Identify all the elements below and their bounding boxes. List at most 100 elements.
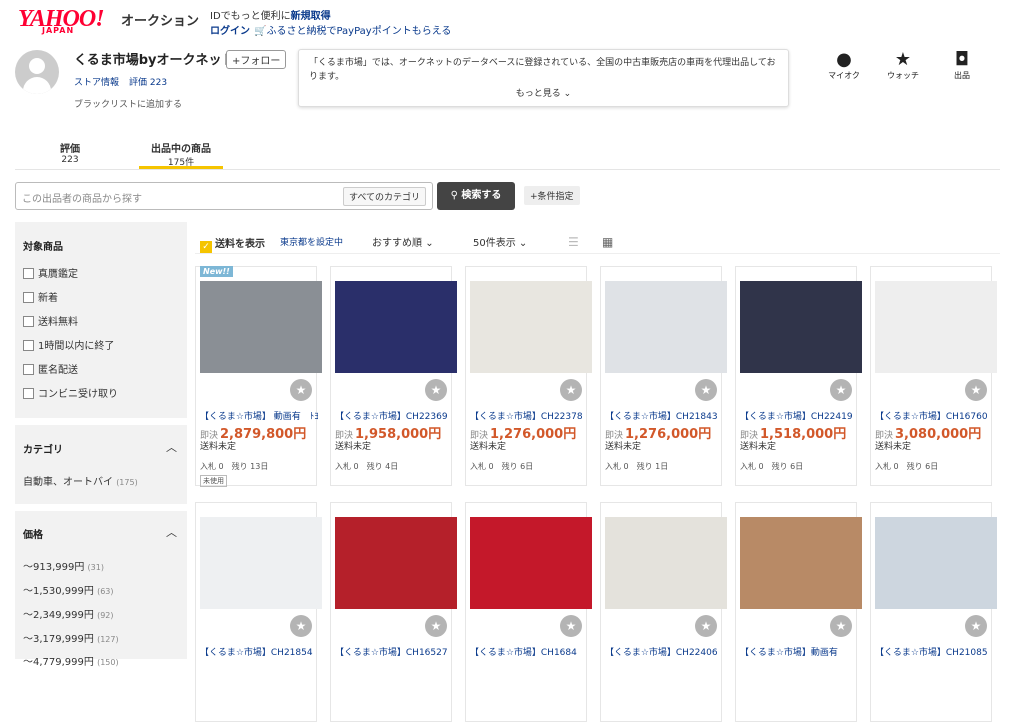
filter-anonymous[interactable]: 匿名配送 bbox=[23, 364, 78, 378]
item-photo[interactable] bbox=[335, 517, 457, 609]
item-title[interactable]: 【くるま☆市場】CH16760 bbox=[875, 409, 993, 422]
watch-star-icon[interactable]: ★ bbox=[425, 379, 447, 401]
category-select[interactable]: すべてのカテゴリ bbox=[342, 187, 426, 206]
sell-button[interactable]: ◘ 出品 bbox=[942, 50, 982, 81]
watch-star-icon[interactable]: ★ bbox=[830, 379, 852, 401]
watch-star-icon[interactable]: ★ bbox=[695, 379, 717, 401]
item-card[interactable]: ★ 【くるま☆市場】CH16527 bbox=[330, 502, 457, 722]
item-card[interactable]: ★ 【くるま☆市場】CH21854 bbox=[195, 502, 322, 722]
item-photo[interactable] bbox=[740, 517, 862, 609]
item-card[interactable]: ★ 【くるま☆市場】CH22406 bbox=[600, 502, 727, 722]
watch-star-icon[interactable]: ★ bbox=[965, 615, 987, 637]
watch-star-icon[interactable]: ★ bbox=[695, 615, 717, 637]
item-title[interactable]: 【くるま☆市場】CH22406 bbox=[605, 645, 723, 658]
item-photo[interactable] bbox=[470, 517, 592, 609]
filter-free-ship[interactable]: 送料無料 bbox=[23, 316, 78, 330]
item-photo[interactable] bbox=[875, 517, 997, 609]
furusato-link[interactable]: 🛒ふるさと納税でPayPayポイントもらえる bbox=[254, 26, 451, 37]
item-card[interactable]: ★ 【くるま☆市場】CH22419 即決 1,518,000円 送料未定 入札 0 残り 6… bbox=[735, 266, 862, 486]
item-card[interactable]: ★ 【くるま☆市場】CH16760 即決 3,080,000円 送料未定 入札 0 残り 6… bbox=[870, 266, 997, 486]
item-photo[interactable] bbox=[605, 281, 727, 373]
blacklist-link[interactable]: ブラックリストに追加する bbox=[74, 97, 182, 110]
item-title[interactable]: 【くるま☆市場】CH21854 bbox=[200, 645, 318, 658]
item-card[interactable]: ★ 【くるま☆市場】CH21843 即決 1,276,000円 送料未定 入札 0 残り 1… bbox=[600, 266, 727, 486]
price-option[interactable]: ～4,779,999円 (150) bbox=[23, 653, 119, 668]
time-left: 残り 4日 bbox=[366, 462, 399, 471]
my-auction-button[interactable]: ● マイオク bbox=[824, 50, 864, 81]
item-photo[interactable] bbox=[605, 517, 727, 609]
time-left: 残り 13日 bbox=[231, 462, 269, 471]
item-title[interactable]: 【くるま☆市場】CH22419 bbox=[740, 409, 858, 422]
watch-star-icon[interactable]: ★ bbox=[290, 615, 312, 637]
rating-link[interactable]: 評価 223 bbox=[129, 78, 167, 88]
category-title[interactable]: カテゴリ bbox=[23, 441, 63, 456]
item-photo[interactable] bbox=[470, 281, 592, 373]
shipping-status: 送料未定 bbox=[605, 442, 642, 452]
item-meta: 入札 0 残り 13日 bbox=[200, 461, 268, 472]
conditions-button[interactable]: +条件指定 bbox=[524, 186, 580, 205]
login-row: ログイン 🛒ふるさと納税でPayPayポイントもらえる bbox=[210, 22, 451, 37]
store-info-link[interactable]: ストア情報 bbox=[74, 78, 119, 88]
service-name[interactable]: オークション bbox=[121, 10, 199, 29]
item-title[interactable]: 【くるま☆市場】動画有 bbox=[740, 645, 858, 658]
item-meta: 入札 0 残り 6日 bbox=[875, 461, 938, 472]
login-link[interactable]: ログイン bbox=[210, 26, 250, 37]
item-card[interactable]: New!! ★ 【くるま☆市場】 動画有 ﾄﾖﾀ 即決 2,879,800円 送料未定 入札… bbox=[195, 266, 322, 487]
item-title[interactable]: 【くるま☆市場】CH16527 bbox=[335, 645, 453, 658]
item-photo[interactable] bbox=[335, 281, 457, 373]
list-view-icon[interactable]: ☰ bbox=[568, 235, 579, 249]
price-option[interactable]: ～913,999円 (31) bbox=[23, 558, 104, 573]
price-option[interactable]: ～3,179,999円 (127) bbox=[23, 630, 119, 645]
tab-rating[interactable]: 評価 223 bbox=[60, 140, 80, 165]
cart-icon: 🛒 bbox=[254, 26, 267, 37]
shipping-status: 送料未定 bbox=[200, 442, 237, 452]
watch-star-icon[interactable]: ★ bbox=[965, 379, 987, 401]
item-title[interactable]: 【くるま☆市場】 動画有 ﾄﾖﾀ bbox=[200, 409, 318, 422]
item-photo[interactable] bbox=[740, 281, 862, 373]
item-photo[interactable] bbox=[200, 281, 322, 373]
filter-ending[interactable]: 1時間以内に終了 bbox=[23, 340, 114, 354]
filter-conveni[interactable]: コンビニ受け取り bbox=[23, 388, 118, 402]
price-option[interactable]: ～1,530,999円 (63) bbox=[23, 582, 114, 597]
item-title[interactable]: 【くるま☆市場】CH1684 bbox=[470, 645, 588, 658]
watch-star-icon[interactable]: ★ bbox=[560, 615, 582, 637]
watch-button[interactable]: ★ ウォッチ bbox=[883, 50, 923, 81]
item-title[interactable]: 【くるま☆市場】CH22369 bbox=[335, 409, 453, 422]
watch-star-icon[interactable]: ★ bbox=[560, 379, 582, 401]
price-option[interactable]: ～2,349,999円 (92) bbox=[23, 606, 114, 621]
bid-count: 入札 0 bbox=[200, 462, 224, 471]
shipping-toggle[interactable]: ✓ 送料を表示 bbox=[200, 235, 265, 253]
search-button[interactable]: ⚲ 検索する bbox=[437, 182, 515, 210]
watch-star-icon[interactable]: ★ bbox=[290, 379, 312, 401]
item-title[interactable]: 【くるま☆市場】CH21843 bbox=[605, 409, 723, 422]
search-input[interactable]: この出品者の商品から探す すべてのカテゴリ bbox=[15, 182, 433, 210]
register-link[interactable]: 新規取得 bbox=[291, 11, 331, 22]
follow-button[interactable]: +フォロー bbox=[226, 50, 287, 69]
item-photo[interactable] bbox=[875, 281, 997, 373]
per-page-select[interactable]: 50件表示 ⌄ bbox=[473, 234, 527, 249]
filter-authentic[interactable]: 真贋鑑定 bbox=[23, 268, 78, 282]
grid-view-icon[interactable]: ▦ bbox=[602, 235, 613, 249]
chevron-up-icon[interactable]: ︿ bbox=[166, 524, 177, 540]
shipping-status: 送料未定 bbox=[875, 442, 912, 452]
item-photo[interactable] bbox=[200, 517, 322, 609]
item-title[interactable]: 【くるま☆市場】CH21085 bbox=[875, 645, 993, 658]
item-card[interactable]: ★ 【くるま☆市場】CH21085 bbox=[870, 502, 997, 722]
item-title[interactable]: 【くるま☆市場】CH22378 bbox=[470, 409, 588, 422]
item-card[interactable]: ★ 【くるま☆市場】動画有 bbox=[735, 502, 862, 722]
item-card[interactable]: ★ 【くるま☆市場】CH22369 即決 1,958,000円 送料未定 入札 0 残り 4… bbox=[330, 266, 457, 486]
item-card[interactable]: ★ 【くるま☆市場】CH22378 即決 1,276,000円 送料未定 入札 0 残り 6… bbox=[465, 266, 592, 486]
bid-count: 入札 0 bbox=[470, 462, 494, 471]
chevron-up-icon[interactable]: ︿ bbox=[166, 439, 177, 455]
item-card[interactable]: ★ 【くるま☆市場】CH1684 bbox=[465, 502, 592, 722]
tab-listings[interactable]: 出品中の商品 175件 bbox=[139, 140, 223, 169]
sort-select[interactable]: おすすめ順 ⌄ bbox=[372, 234, 434, 249]
filter-new[interactable]: 新着 bbox=[23, 292, 58, 306]
more-link[interactable]: もっと見る ⌄ bbox=[299, 87, 788, 101]
category-item[interactable]: 自動車、オートバイ (175) bbox=[23, 473, 138, 488]
location-link[interactable]: 東京都を設定中 bbox=[280, 235, 343, 248]
price-title[interactable]: 価格 bbox=[23, 526, 43, 541]
watch-star-icon[interactable]: ★ bbox=[425, 615, 447, 637]
bid-count: 入札 0 bbox=[740, 462, 764, 471]
watch-star-icon[interactable]: ★ bbox=[830, 615, 852, 637]
